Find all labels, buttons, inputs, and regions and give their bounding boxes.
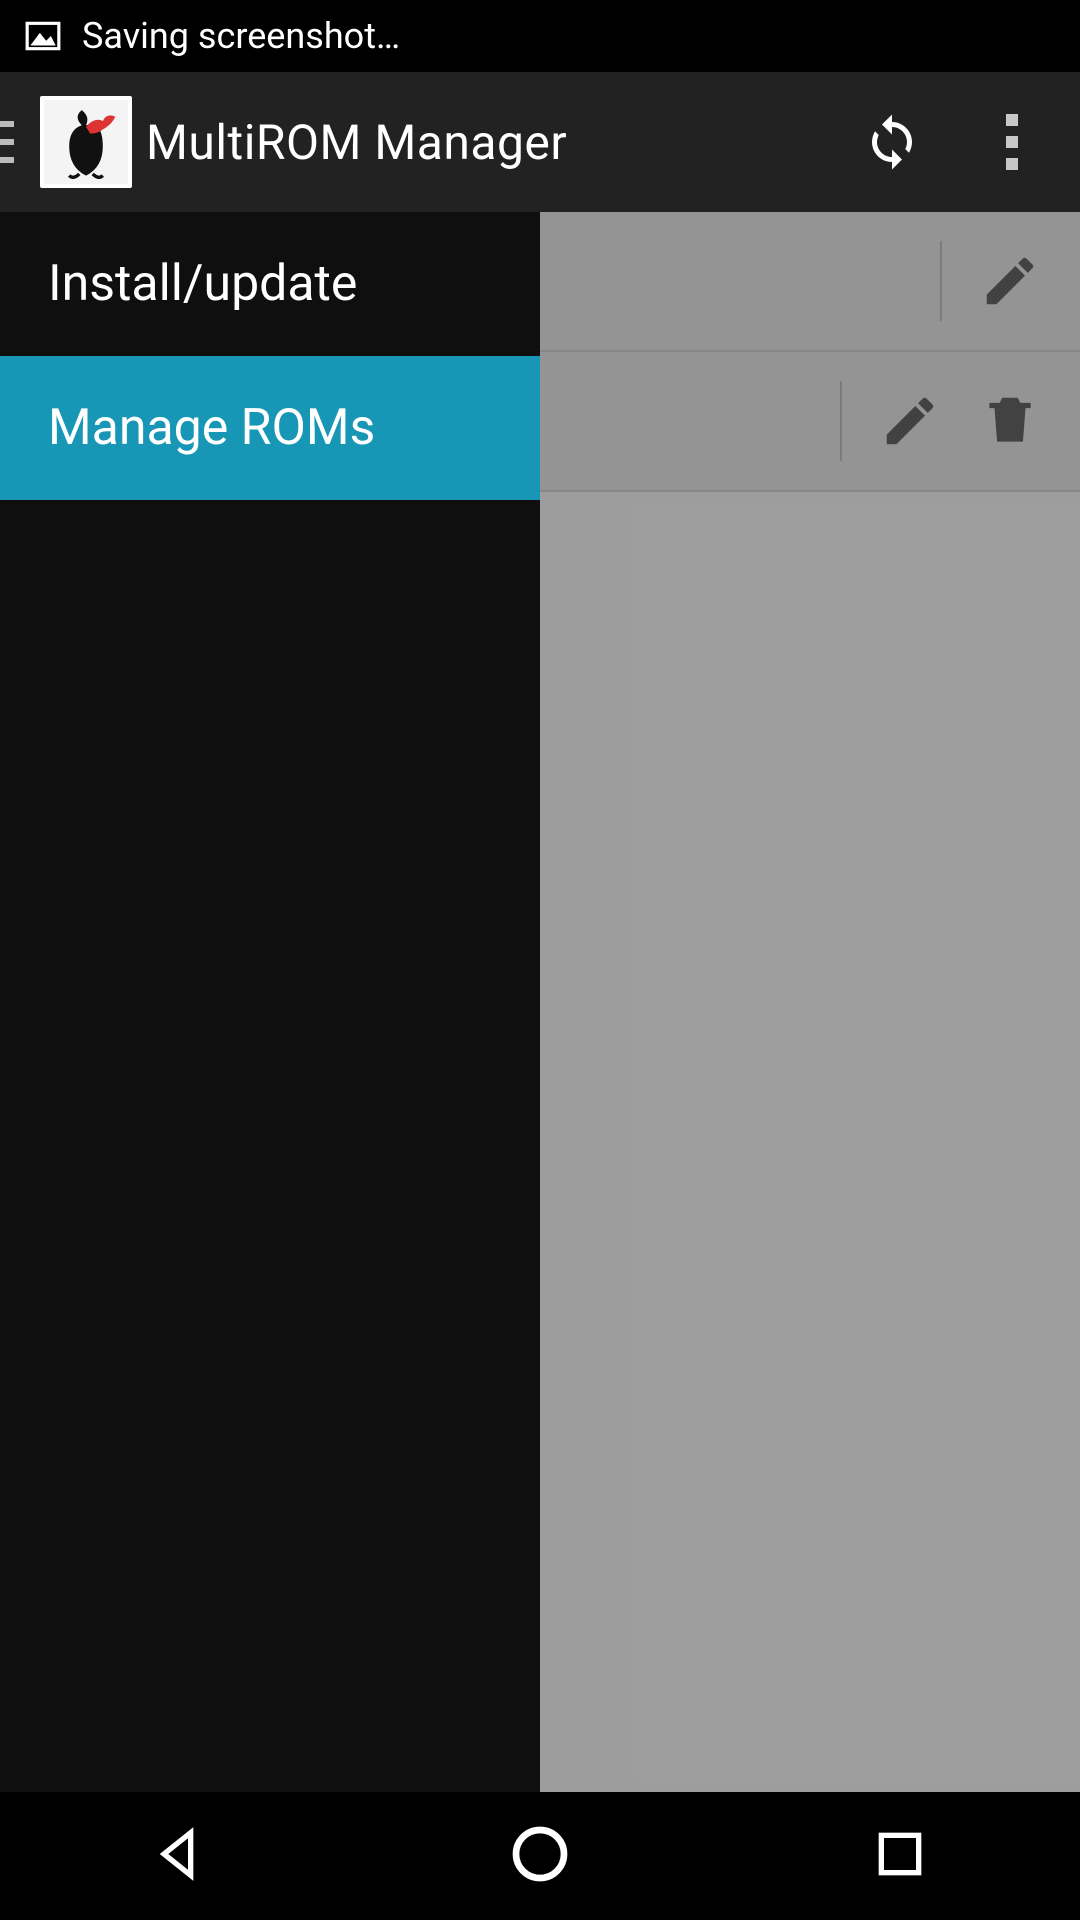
nav-recent-button[interactable] bbox=[868, 1822, 932, 1890]
refresh-icon bbox=[862, 112, 922, 172]
back-icon bbox=[148, 1822, 212, 1886]
nav-back-button[interactable] bbox=[148, 1822, 212, 1890]
drawer-item-label: Install/update bbox=[48, 255, 357, 313]
home-icon bbox=[508, 1822, 572, 1886]
app-title: MultiROM Manager bbox=[146, 114, 567, 171]
drawer-scrim[interactable] bbox=[540, 212, 1080, 1792]
drawer-toggle[interactable] bbox=[0, 72, 16, 212]
status-bar: Saving screenshot… bbox=[0, 0, 1080, 72]
system-nav-bar bbox=[0, 1792, 1080, 1920]
recent-apps-icon bbox=[868, 1822, 932, 1886]
refresh-button[interactable] bbox=[832, 82, 952, 202]
status-text: Saving screenshot… bbox=[82, 15, 400, 57]
action-bar: MultiROM Manager bbox=[0, 72, 1080, 212]
app-icon bbox=[40, 96, 132, 188]
nav-home-button[interactable] bbox=[508, 1822, 572, 1890]
navigation-drawer: Install/update Manage ROMs bbox=[0, 212, 540, 1792]
drawer-item-manage-roms[interactable]: Manage ROMs bbox=[0, 356, 540, 500]
drawer-item-label: Manage ROMs bbox=[48, 399, 375, 457]
picture-icon bbox=[24, 17, 62, 55]
drawer-item-install-update[interactable]: Install/update bbox=[0, 212, 540, 356]
overflow-icon bbox=[1006, 114, 1018, 170]
overflow-menu-button[interactable] bbox=[952, 82, 1072, 202]
